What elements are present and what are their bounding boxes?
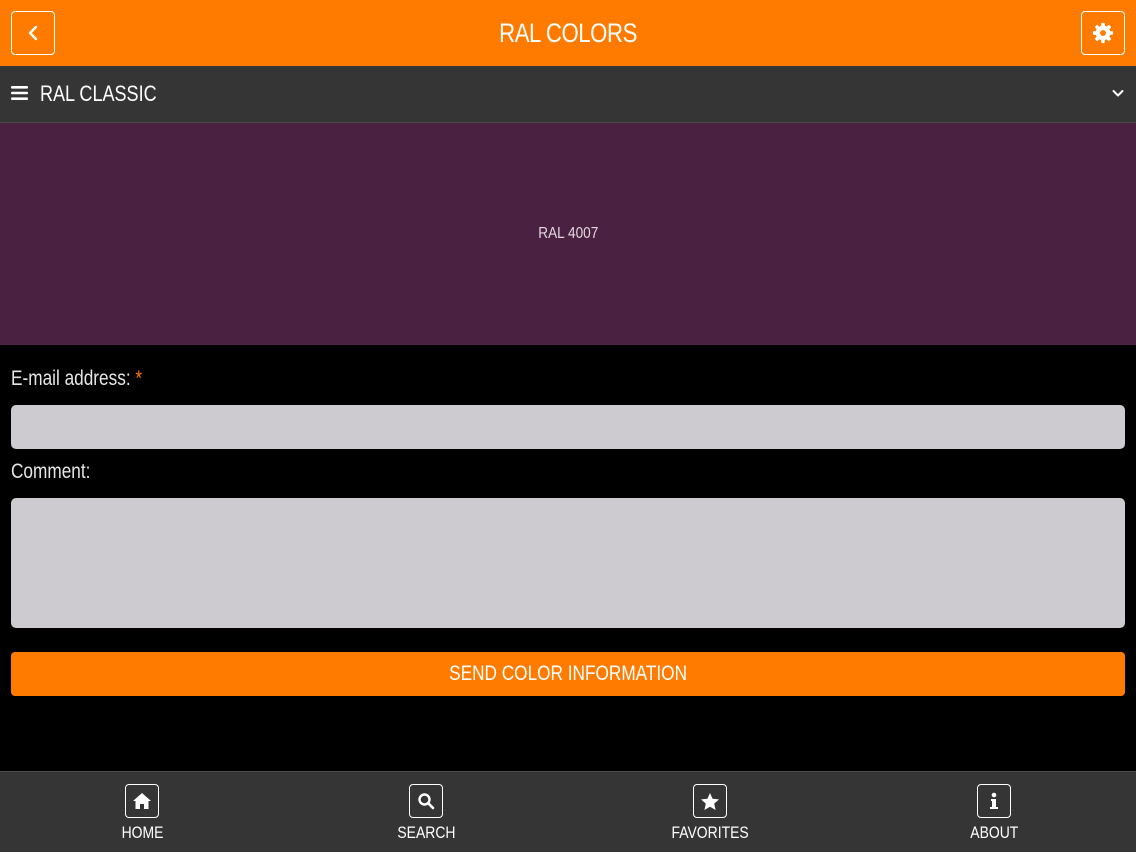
nav-search[interactable]: SEARCH [284, 772, 568, 852]
search-icon-box [409, 784, 443, 818]
category-selector[interactable]: RAL CLASSIC [0, 66, 1136, 123]
nav-favorites[interactable]: FAVORITES [568, 772, 852, 852]
nav-home-label: HOME [121, 823, 163, 842]
bottom-navigation: HOME SEARCH FAVORITES ABOUT [0, 771, 1136, 852]
info-icon [990, 792, 998, 809]
nav-about[interactable]: ABOUT [852, 772, 1136, 852]
star-icon [701, 792, 719, 810]
email-label-text: E-mail address: [11, 367, 131, 390]
page-title: RAL COLORS [499, 17, 637, 48]
send-color-information-button[interactable]: SEND COLOR INFORMATION [11, 652, 1125, 696]
home-icon-box [125, 784, 159, 818]
nav-favorites-label: FAVORITES [671, 823, 749, 842]
nav-home[interactable]: HOME [0, 772, 284, 852]
app-header: RAL COLORS [0, 0, 1136, 66]
settings-button[interactable] [1081, 11, 1125, 55]
app-root: RAL COLORS RAL CLASSIC RAL 4007 E-mail a… [0, 0, 1136, 852]
required-marker: * [135, 367, 143, 390]
nav-search-label: SEARCH [396, 823, 456, 842]
chevron-down-icon [1112, 90, 1124, 97]
gear-icon [1092, 22, 1114, 44]
home-icon [133, 793, 151, 809]
comment-field[interactable] [11, 498, 1125, 628]
star-icon-box [693, 784, 727, 818]
email-label: E-mail address: * [11, 367, 142, 391]
comment-label: Comment: [11, 460, 91, 483]
email-field[interactable] [11, 405, 1125, 449]
chevron-left-icon [28, 25, 38, 41]
color-swatch: RAL 4007 [0, 123, 1136, 345]
back-button[interactable] [11, 11, 55, 55]
category-label: RAL CLASSIC [40, 81, 157, 106]
nav-about-label: ABOUT [969, 823, 1019, 842]
hamburger-menu-icon [11, 86, 28, 100]
info-icon-box [977, 784, 1011, 818]
send-button-label: SEND COLOR INFORMATION [449, 662, 687, 685]
search-icon [418, 793, 435, 810]
color-code: RAL 4007 [537, 225, 598, 242]
